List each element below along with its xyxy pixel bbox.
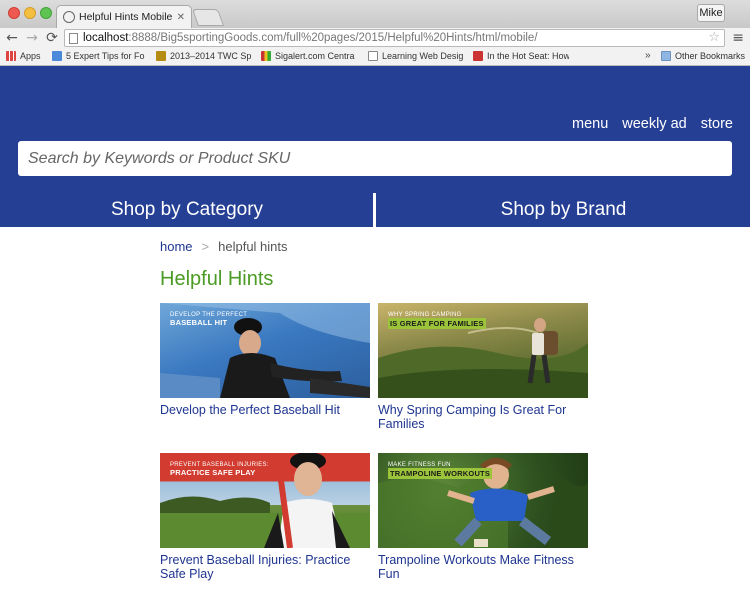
shop-nav: Shop by Category Shop by Brand <box>0 193 750 227</box>
article-image-tag: MAKE FITNESS FUN TRAMPOLINE WORKOUTS <box>388 462 493 479</box>
article-title-link[interactable]: Develop the Perfect Baseball Hit <box>160 403 370 418</box>
url-host: localhost <box>83 32 129 44</box>
breadcrumb-home-link[interactable]: home <box>160 239 193 254</box>
bookmark-favicon-icon <box>261 51 271 61</box>
bookmark-item[interactable]: In the Hot Seat: How <box>473 51 569 61</box>
site-header: menu weekly ad store Search by Keywords … <box>0 66 750 227</box>
bookmarks-bar: Apps 5 Expert Tips for Fo 2013–2014 TWC … <box>0 48 750 66</box>
bookmark-apps[interactable]: Apps <box>6 51 54 61</box>
browser-tabstrip: Helpful Hints Mobile Land ✕ Mike <box>0 0 750 28</box>
profile-button[interactable]: Mike <box>697 4 725 22</box>
breadcrumb-separator: > <box>201 239 210 254</box>
minimize-window-button[interactable] <box>24 7 36 19</box>
bookmark-label: Apps <box>20 51 41 61</box>
close-tab-icon[interactable]: ✕ <box>177 12 185 23</box>
bookmark-item[interactable]: Sigalert.com Centra <box>261 51 357 61</box>
tag-headline: PRACTICE SAFE PLAY <box>170 468 256 477</box>
header-links: menu weekly ad store <box>572 116 733 132</box>
tag-headline: IS GREAT FOR FAMILIES <box>388 318 486 329</box>
browser-tab-active[interactable]: Helpful Hints Mobile Land ✕ <box>56 5 192 28</box>
article-title-link[interactable]: Why Spring Camping Is Great For Families <box>378 403 588 431</box>
bookmark-favicon-icon <box>156 51 166 61</box>
bookmark-item[interactable]: 5 Expert Tips for Fo <box>52 51 148 61</box>
folder-icon <box>661 51 671 61</box>
tag-line: WHY SPRING CAMPING <box>388 312 462 318</box>
bookmark-item[interactable]: 2013–2014 TWC Sp <box>156 51 252 61</box>
search-input[interactable]: Search by Keywords or Product SKU <box>18 141 732 176</box>
shop-by-brand-button[interactable]: Shop by Brand <box>377 193 750 227</box>
back-icon[interactable]: ← <box>4 30 20 46</box>
article-card[interactable]: DEVELOP THE PERFECT BASEBALL HIT Develop… <box>160 303 370 418</box>
globe-icon <box>63 11 75 23</box>
tag-line: MAKE FITNESS FUN <box>388 462 451 468</box>
shop-nav-divider <box>373 193 376 227</box>
browser-menu-icon[interactable]: ≡ <box>732 30 744 46</box>
bookmark-star-icon[interactable]: ☆ <box>708 30 720 45</box>
article-card[interactable]: PREVENT BASEBALL INJURIES: PRACTICE SAFE… <box>160 453 370 581</box>
reload-icon[interactable]: ⟳ <box>44 30 60 46</box>
bookmark-favicon-icon <box>52 51 62 61</box>
weekly-ad-link[interactable]: weekly ad <box>622 116 686 132</box>
article-card[interactable]: MAKE FITNESS FUN TRAMPOLINE WORKOUTS Tra… <box>378 453 588 581</box>
article-title-link[interactable]: Prevent Baseball Injuries: Practice Safe… <box>160 553 370 581</box>
new-tab-button[interactable] <box>191 9 225 26</box>
close-window-button[interactable] <box>8 7 20 19</box>
article-image-spring-camping[interactable]: WHY SPRING CAMPING IS GREAT FOR FAMILIES <box>378 303 588 398</box>
menu-link[interactable]: menu <box>572 116 608 132</box>
article-image-baseball-injuries[interactable]: PREVENT BASEBALL INJURIES: PRACTICE SAFE… <box>160 453 370 548</box>
forward-icon[interactable]: → <box>24 30 40 46</box>
tag-headline: BASEBALL HIT <box>170 318 228 327</box>
article-image-baseball-hit[interactable]: DEVELOP THE PERFECT BASEBALL HIT <box>160 303 370 398</box>
shop-by-category-button[interactable]: Shop by Category <box>0 193 374 227</box>
bookmark-item[interactable]: Learning Web Desig <box>368 51 464 61</box>
breadcrumb: home > helpful hints <box>160 239 288 254</box>
bookmark-label: Sigalert.com Centra <box>275 51 355 61</box>
page-title: Helpful Hints <box>160 268 274 290</box>
more-bookmarks-icon[interactable]: » <box>645 50 651 61</box>
address-bar[interactable]: localhost:8888/Big5sportingGoods.com/ful… <box>64 29 725 47</box>
article-image-tag: DEVELOP THE PERFECT BASEBALL HIT <box>170 312 247 327</box>
article-title-link[interactable]: Trampoline Workouts Make Fitness Fun <box>378 553 588 581</box>
article-image-tag: PREVENT BASEBALL INJURIES: PRACTICE SAFE… <box>170 462 269 477</box>
browser-toolbar: ← → ⟳ localhost:8888/Big5sportingGoods.c… <box>0 28 750 48</box>
breadcrumb-current: helpful hints <box>218 239 288 254</box>
tab-title: Helpful Hints Mobile Land <box>79 11 173 23</box>
apps-grid-icon <box>6 51 16 61</box>
bookmark-favicon-icon <box>473 51 483 61</box>
maximize-window-button[interactable] <box>40 7 52 19</box>
article-image-tag: WHY SPRING CAMPING IS GREAT FOR FAMILIES <box>388 312 486 329</box>
document-icon <box>368 51 378 61</box>
tag-headline: TRAMPOLINE WORKOUTS <box>388 468 493 479</box>
bookmark-label: 5 Expert Tips for Fo <box>66 51 145 61</box>
page-icon <box>69 32 78 44</box>
bookmark-label: In the Hot Seat: How <box>487 51 569 61</box>
bookmark-label: 2013–2014 TWC Sp <box>170 51 252 61</box>
other-bookmarks[interactable]: Other Bookmarks <box>661 51 749 61</box>
article-card[interactable]: WHY SPRING CAMPING IS GREAT FOR FAMILIES… <box>378 303 588 431</box>
store-link[interactable]: store <box>701 116 733 132</box>
bookmark-label: Learning Web Desig <box>382 51 464 61</box>
article-image-trampoline[interactable]: MAKE FITNESS FUN TRAMPOLINE WORKOUTS <box>378 453 588 548</box>
url-path: :8888/Big5sportingGoods.com/full%20pages… <box>128 32 538 44</box>
other-bookmarks-label: Other Bookmarks <box>675 51 746 61</box>
